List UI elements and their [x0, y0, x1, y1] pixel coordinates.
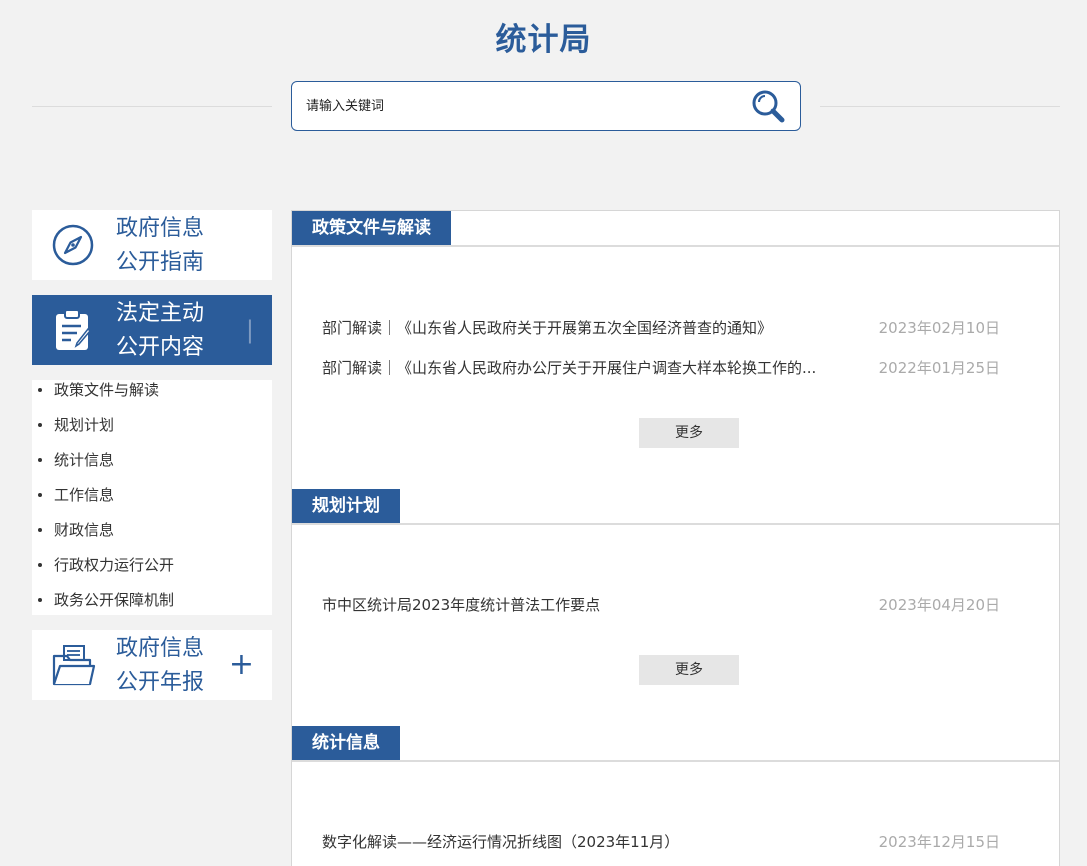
list-item-title[interactable]: 市中区统计局2023年度统计普法工作要点	[322, 593, 862, 617]
list-item: 部门解读｜《山东省人民政府办公厅关于开展住户调查大样本轮换工作的... 2022…	[322, 356, 1012, 380]
section-header: 统计信息	[292, 726, 1059, 762]
sidebar-sub-item[interactable]: 政务公开保障机制	[32, 590, 272, 625]
list-item-title[interactable]: 部门解读｜《山东省人民政府关于开展第五次全国经济普查的通知》	[322, 316, 862, 340]
sidebar-sub-item[interactable]: 行政权力运行公开	[32, 555, 272, 590]
sidebar-card-guide-line2: 公开指南	[116, 250, 205, 275]
sidebar-sub-item[interactable]: 规划计划	[32, 415, 272, 450]
list-item: 市中区统计局2023年度统计普法工作要点 2023年04月20日	[322, 593, 1012, 617]
section-statistics: 统计信息 数字化解读——经济运行情况折线图（2023年11月） 2023年12月…	[292, 726, 1059, 851]
list-item-date: 2023年04月20日	[878, 596, 1000, 614]
section-planning: 规划计划 市中区统计局2023年度统计普法工作要点 2023年04月20日 更多	[292, 489, 1059, 685]
sidebar-sub-item[interactable]: 政策文件与解读	[32, 380, 272, 415]
sidebar-sub-item[interactable]: 统计信息	[32, 450, 272, 485]
search-input[interactable]	[306, 92, 736, 120]
sidebar-card-active-line2: 公开内容	[116, 335, 205, 360]
sidebar-sub-list: 政策文件与解读 规划计划 统计信息 工作信息 财政信息 行政权力运行公开 政务公…	[32, 380, 272, 615]
more-button[interactable]: 更多	[639, 418, 739, 448]
section-header: 政策文件与解读	[292, 211, 1059, 247]
search-button[interactable]	[748, 87, 788, 127]
sidebar-card-guide-line1: 政府信息	[116, 216, 205, 241]
compass-icon	[52, 224, 94, 266]
list-item-title[interactable]: 数字化解读——经济运行情况折线图（2023年11月）	[322, 830, 862, 854]
sidebar-card-report-line1: 政府信息	[116, 636, 205, 661]
section-title[interactable]: 统计信息	[292, 726, 400, 760]
search-icon	[752, 90, 785, 123]
sidebar-sub-item[interactable]: 工作信息	[32, 485, 272, 520]
site-title: 统计局	[495, 22, 592, 58]
list-item-date: 2022年01月25日	[878, 359, 1000, 377]
list-item-date: 2023年02月10日	[878, 319, 1000, 337]
more-button[interactable]: 更多	[639, 655, 739, 685]
sidebar-card-annual-report[interactable]: 政府信息 公开年报 +	[32, 630, 272, 700]
section-title[interactable]: 规划计划	[292, 489, 400, 523]
section-title[interactable]: 政策文件与解读	[292, 211, 451, 245]
list-item-date: 2023年12月15日	[878, 833, 1000, 851]
header-divider-left	[32, 106, 272, 107]
sidebar-card-guide[interactable]: 政府信息 公开指南	[32, 210, 272, 280]
sidebar-card-active-line1: 法定主动	[116, 301, 205, 326]
section-policy: 政策文件与解读 部门解读｜《山东省人民政府关于开展第五次全国经济普查的通知》 2…	[292, 211, 1059, 448]
list-item: 数字化解读——经济运行情况折线图（2023年11月） 2023年12月15日	[322, 830, 1012, 854]
list-item: 部门解读｜《山东省人民政府关于开展第五次全国经济普查的通知》 2023年02月1…	[322, 316, 1012, 340]
sidebar-card-active-content[interactable]: 法定主动 公开内容 |	[32, 295, 272, 365]
sidebar-card-report-line2: 公开年报	[116, 670, 205, 695]
header-divider-right	[820, 106, 1060, 107]
main-content: 政策文件与解读 部门解读｜《山东省人民政府关于开展第五次全国经济普查的通知》 2…	[291, 210, 1060, 866]
sidebar-sub-item[interactable]: 财政信息	[32, 520, 272, 555]
section-header: 规划计划	[292, 489, 1059, 525]
list-item-title[interactable]: 部门解读｜《山东省人民政府办公厅关于开展住户调查大样本轮换工作的...	[322, 356, 862, 380]
clipboard-icon	[56, 309, 92, 350]
folder-icon	[52, 645, 96, 686]
expand-icon[interactable]: +	[229, 650, 254, 680]
collapse-icon[interactable]: |	[246, 315, 254, 345]
search-box	[291, 81, 801, 131]
